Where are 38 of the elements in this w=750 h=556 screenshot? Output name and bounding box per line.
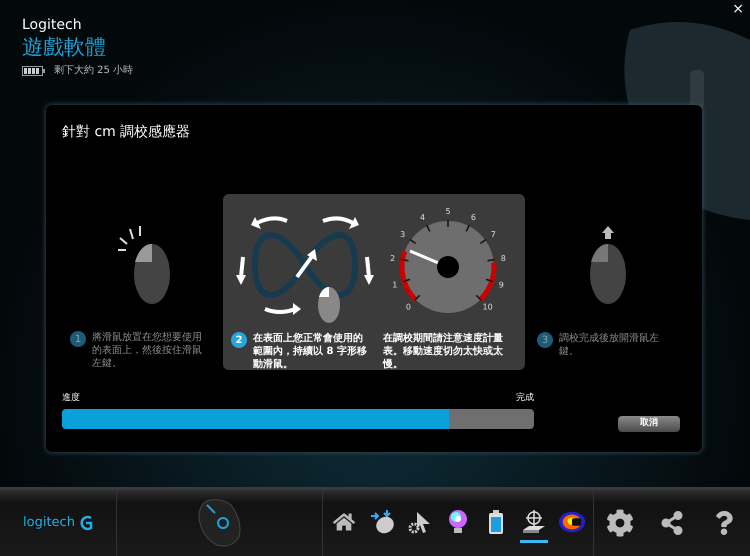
- gauge-number: 5: [445, 207, 451, 216]
- gauge-number: 0: [406, 302, 411, 312]
- lightbulb-icon: [447, 510, 469, 534]
- step-number: 1: [70, 331, 86, 347]
- home-icon: [333, 510, 355, 532]
- cancel-button[interactable]: 取消: [618, 416, 680, 432]
- gauge-number: 6: [470, 213, 476, 222]
- battery-icon: [22, 66, 46, 76]
- app-title: 遊戲軟體: [22, 34, 107, 61]
- settings-icon: [606, 509, 634, 537]
- gauge-number: 3: [400, 230, 406, 240]
- gauge-number: 2: [390, 254, 396, 264]
- dialog-title: 針對 cm 調校感應器: [62, 123, 192, 142]
- mouse-arrows-icon: [369, 510, 395, 534]
- gauge-number: 9: [498, 280, 504, 290]
- step-text: 調校完成後放開滑鼠左鍵。: [559, 332, 660, 358]
- step-number: 3: [537, 332, 553, 348]
- share-icon: [660, 511, 684, 535]
- step-note: 在調校期間請注意速度計量表。移動速度切勿太快或太慢。: [382, 332, 504, 371]
- crosshair-surface-icon: [521, 510, 547, 534]
- gauge-number: 10: [482, 302, 493, 312]
- brand-name: Logitech: [22, 16, 83, 34]
- progress-label: 進度: [62, 392, 80, 405]
- heatmap-icon: [558, 510, 586, 534]
- gauge-number: 4: [420, 213, 426, 222]
- gauge-number: 7: [490, 230, 496, 240]
- g-logo-icon: [78, 515, 93, 531]
- close-button[interactable]: ×: [732, 0, 744, 18]
- step-text: 在表面上您正常會使用的範圍內，持續以 8 字形移動滑鼠。: [253, 332, 368, 371]
- logo-text: logitech: [23, 514, 75, 532]
- battery-icon: [489, 510, 503, 534]
- battery-text: 剩下大約 25 小時: [54, 64, 134, 78]
- gauge-number: 1: [392, 280, 398, 290]
- step-number: 2: [231, 332, 247, 348]
- step-text: 將滑鼠放置在您想要使用的表面上，然後按住滑鼠左鍵。: [92, 331, 203, 370]
- complete-label: 完成: [516, 392, 534, 405]
- gauge-number: 8: [500, 254, 506, 264]
- cursor-gear-icon: [408, 510, 432, 534]
